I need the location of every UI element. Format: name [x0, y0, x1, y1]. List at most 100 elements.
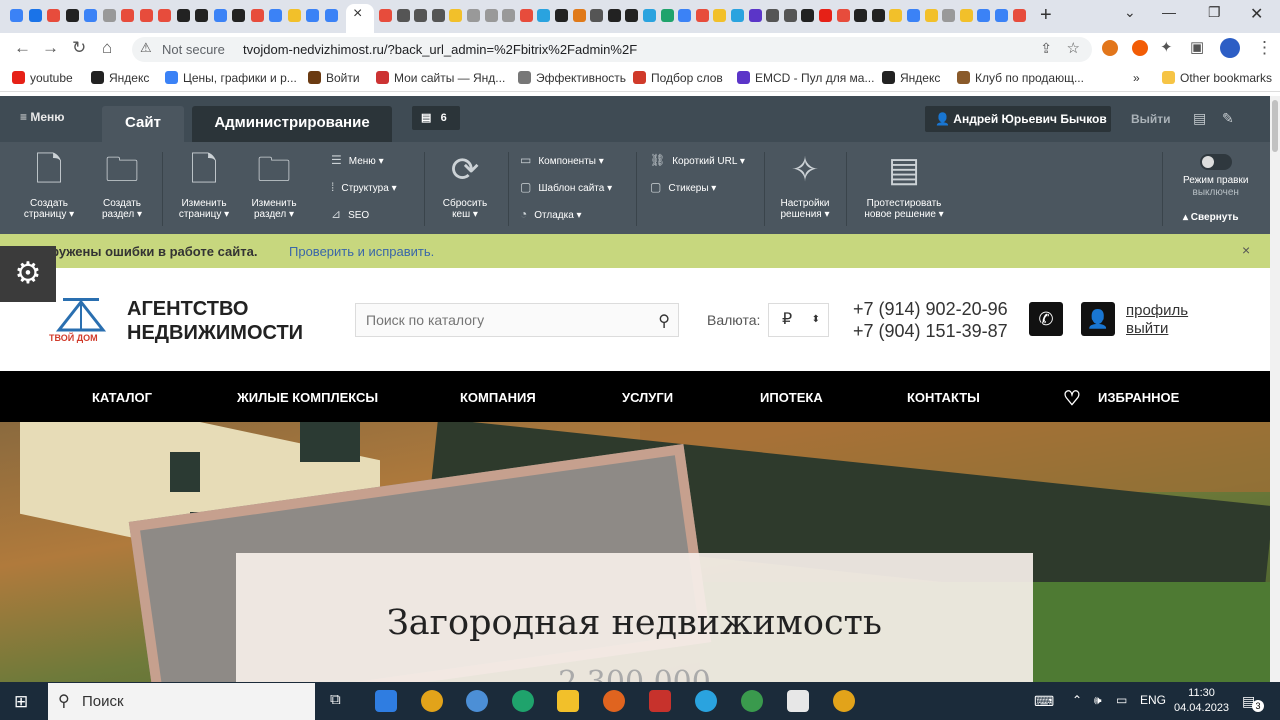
- bookmark-item[interactable]: Мои сайты — Янд...: [376, 71, 505, 85]
- pinned-tab-icon[interactable]: [158, 9, 171, 22]
- components-tool-button[interactable]: ▭ Компоненты ▾: [520, 153, 604, 167]
- pinned-tab-icon[interactable]: [731, 9, 744, 22]
- user-icon[interactable]: 👤: [1081, 302, 1115, 336]
- admin-menu-button[interactable]: ≡ Меню: [20, 110, 65, 124]
- seo-tool-button[interactable]: ⊿ SEO: [331, 207, 369, 221]
- pinned-tab-icon[interactable]: [324, 9, 338, 22]
- network-icon[interactable]: ▭: [1116, 693, 1127, 707]
- logout-link[interactable]: выйти: [1126, 320, 1168, 337]
- template-tool-button[interactable]: ▢ Шаблон сайта ▾: [520, 180, 612, 194]
- pinned-tab-icon[interactable]: [28, 9, 42, 22]
- firefox-app-icon[interactable]: [603, 690, 625, 712]
- profile-link[interactable]: профиль: [1126, 302, 1188, 319]
- pinned-tab-icon[interactable]: [836, 9, 850, 22]
- edit-page-button[interactable]: 🗋 Изменить страницу ▾: [172, 150, 236, 220]
- pinned-tab-icon[interactable]: [121, 9, 134, 22]
- app-icon[interactable]: [466, 690, 488, 712]
- keyboard-icon[interactable]: ⌨: [1034, 693, 1054, 710]
- home-icon[interactable]: ⌂: [102, 38, 112, 58]
- admin-logout-link[interactable]: Выйти: [1131, 112, 1171, 126]
- stickers-tool-button[interactable]: ▢ Стикеры ▾: [650, 180, 716, 194]
- pinned-tab-icon[interactable]: [176, 9, 190, 22]
- pinned-tab-icon[interactable]: [250, 9, 264, 22]
- reset-cache-button[interactable]: ⟳ Сбросить кеш ▾: [434, 150, 496, 220]
- pinned-tab-icon[interactable]: [995, 9, 1008, 22]
- pinned-tab-icon[interactable]: [607, 9, 621, 22]
- pinned-tab-icon[interactable]: [484, 9, 498, 22]
- pinned-tab-icon[interactable]: [889, 9, 903, 22]
- pinned-tab-icon[interactable]: [942, 9, 956, 22]
- chrome-app-icon[interactable]: [421, 690, 443, 712]
- clock[interactable]: 11:30 04.04.2023: [1174, 686, 1229, 716]
- pinned-tab-icon[interactable]: [467, 9, 480, 22]
- menu-tool-button[interactable]: ☰ Меню ▾: [331, 153, 384, 167]
- bookmark-item[interactable]: EMCD - Пул для ма...: [737, 71, 874, 85]
- edge-app-icon[interactable]: [512, 690, 534, 712]
- create-section-button[interactable]: 🗀 Создать раздел ▾: [92, 150, 152, 220]
- pinned-tab-icon[interactable]: [84, 9, 97, 22]
- pinned-tab-icon[interactable]: [379, 9, 392, 22]
- pinned-tab-icon[interactable]: [819, 9, 832, 22]
- app-icon[interactable]: [787, 690, 809, 712]
- close-tab-icon[interactable]: ×: [353, 5, 362, 23]
- back-icon[interactable]: ←: [14, 38, 31, 58]
- bookmark-item[interactable]: Цены, графики и р...: [165, 71, 297, 85]
- url-text[interactable]: tvojdom-nedvizhimost.ru/?back_url_admin=…: [243, 42, 637, 57]
- pinned-tab-icon[interactable]: [678, 9, 692, 22]
- check-and-fix-link[interactable]: Проверить и исправить.: [289, 244, 434, 259]
- create-page-button[interactable]: 🗋 Создать страницу ▾: [18, 150, 80, 220]
- close-warning-icon[interactable]: ×: [1242, 242, 1250, 258]
- pinned-tab-icon[interactable]: [871, 9, 885, 22]
- page-scrollbar[interactable]: [1270, 96, 1280, 682]
- explorer-app-icon[interactable]: [557, 690, 579, 712]
- pinned-tab-icon[interactable]: [537, 9, 551, 22]
- chrome-app-icon[interactable]: [741, 690, 763, 712]
- bookmark-item[interactable]: Клуб по продающ...: [957, 71, 1084, 85]
- pinned-tab-icon[interactable]: [306, 9, 319, 22]
- pinned-tab-icon[interactable]: [748, 9, 762, 22]
- app-icon[interactable]: [649, 690, 671, 712]
- tray-chevron-icon[interactable]: ⌃: [1072, 693, 1082, 707]
- catalog-search-input[interactable]: [356, 304, 646, 336]
- pinned-tab-icon[interactable]: [431, 9, 445, 22]
- pinned-tab-icon[interactable]: [269, 9, 282, 22]
- pinned-tab-icon[interactable]: [801, 9, 815, 22]
- close-window-button[interactable]: ✕: [1250, 4, 1263, 24]
- admin-settings-icon[interactable]: ▤: [1193, 110, 1206, 127]
- pinned-tab-icon[interactable]: [643, 9, 656, 22]
- phone-icon[interactable]: ✆: [1029, 302, 1063, 336]
- nav-services[interactable]: УСЛУГИ: [622, 390, 673, 405]
- short-url-tool-button[interactable]: ⛓ Короткий URL ▾: [650, 153, 745, 167]
- nav-catalog[interactable]: КАТАЛОГ: [92, 390, 152, 405]
- edit-mode-toggle[interactable]: [1200, 154, 1232, 170]
- pinned-tab-icon[interactable]: [590, 9, 604, 22]
- nav-contacts[interactable]: КОНТАКТЫ: [907, 390, 980, 405]
- bookmark-item[interactable]: Эффективность: [518, 71, 626, 85]
- heart-icon[interactable]: ♡: [1063, 386, 1081, 411]
- notifications-button[interactable]: ▤ 6: [412, 106, 460, 130]
- phone-1[interactable]: +7 (914) 902-20-96: [853, 299, 1008, 319]
- nav-favorites[interactable]: ИЗБРАННОЕ: [1098, 390, 1179, 405]
- bookmarks-more[interactable]: »: [1133, 71, 1140, 85]
- settings-gear-icon[interactable]: ⚙: [0, 246, 56, 302]
- nav-mortgage[interactable]: ИПОТЕКА: [760, 390, 823, 405]
- collapse-panel-button[interactable]: ▴ Свернуть: [1183, 212, 1238, 223]
- tab-administration[interactable]: Администрирование: [192, 106, 392, 142]
- forward-icon[interactable]: →: [42, 38, 59, 58]
- extension-icon[interactable]: [1132, 40, 1148, 56]
- pinned-tab-icon[interactable]: [766, 9, 780, 22]
- test-solution-button[interactable]: ▤ Протестировать новое решение ▾: [858, 150, 950, 220]
- bookmark-item[interactable]: Яндекс: [91, 71, 149, 85]
- bookmark-item[interactable]: Подбор слов: [633, 71, 723, 85]
- bookmark-item[interactable]: youtube: [12, 71, 73, 85]
- bookmark-item[interactable]: Яндекс: [882, 71, 940, 85]
- pinned-tab-icon[interactable]: [10, 9, 23, 22]
- taskbar-search[interactable]: ⚲ Поиск: [48, 683, 315, 720]
- tab-search-icon[interactable]: ⌄: [1124, 4, 1136, 21]
- pinned-tab-icon[interactable]: [232, 9, 245, 22]
- scrollbar-thumb[interactable]: [1272, 100, 1278, 152]
- search-icon[interactable]: ⚲: [658, 311, 670, 331]
- maximize-button[interactable]: ❐: [1208, 4, 1221, 21]
- pinned-tab-icon[interactable]: [977, 9, 991, 22]
- pinned-tab-icon[interactable]: [449, 9, 463, 22]
